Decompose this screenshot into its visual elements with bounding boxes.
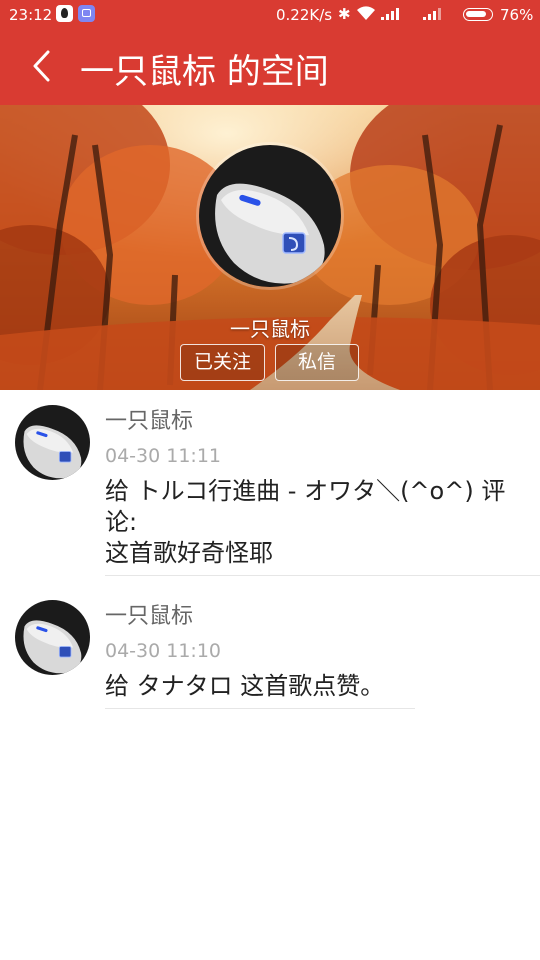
feed-username[interactable]: 一只鼠标 <box>105 603 540 631</box>
follow-button[interactable]: 已关注 <box>180 344 265 381</box>
activity-feed: 一只鼠标 04-30 11:11 给 トルコ行進曲 - オワタ＼(^o^) 评论… <box>0 390 540 725</box>
network-speed: 0.22K/s <box>276 6 333 24</box>
feed-item[interactable]: 一只鼠标 04-30 11:10 给 タナタロ 这首歌点赞。 <box>0 585 540 725</box>
feed-username[interactable]: 一只鼠标 <box>105 408 540 436</box>
feed-content[interactable]: 给 トルコ行進曲 - オワタ＼(^o^) 评论: 这首歌好奇怪耶 <box>105 476 540 575</box>
profile-avatar[interactable] <box>199 145 341 287</box>
wifi-icon <box>357 6 375 20</box>
back-button[interactable] <box>22 46 62 86</box>
mouse-avatar-image <box>15 405 90 480</box>
signal-icon <box>381 8 399 20</box>
status-time: 23:12 <box>9 6 53 24</box>
feed-timestamp: 04-30 11:11 <box>105 445 222 467</box>
signal-icon <box>423 8 441 20</box>
feed-content[interactable]: 给 タナタロ 这首歌点赞。 <box>105 671 540 708</box>
divider <box>105 708 415 709</box>
mouse-avatar-image <box>15 600 90 675</box>
battery-icon <box>463 8 493 21</box>
bluetooth-icon: ✱ <box>338 5 351 23</box>
feed-item[interactable]: 一只鼠标 04-30 11:11 给 トルコ行進曲 - オワタ＼(^o^) 评论… <box>0 390 540 585</box>
page-title: 一只鼠标 的空间 <box>80 52 329 92</box>
mouse-avatar-image <box>199 145 341 287</box>
profile-header: 一只鼠标 已关注 私信 <box>0 105 540 390</box>
title-bar: 一只鼠标 的空间 <box>0 30 540 105</box>
qq-notification-icon <box>56 5 73 22</box>
private-message-button[interactable]: 私信 <box>275 344 359 381</box>
back-arrow-icon <box>33 50 50 82</box>
message-notification-icon <box>78 5 95 22</box>
feed-timestamp: 04-30 11:10 <box>105 640 222 662</box>
battery-level: 76% <box>500 6 534 24</box>
avatar[interactable] <box>15 600 90 675</box>
profile-name: 一只鼠标 <box>230 317 310 341</box>
status-bar: 23:12 0.22K/s ✱ 76% <box>0 0 540 30</box>
divider <box>105 575 540 576</box>
avatar[interactable] <box>15 405 90 480</box>
